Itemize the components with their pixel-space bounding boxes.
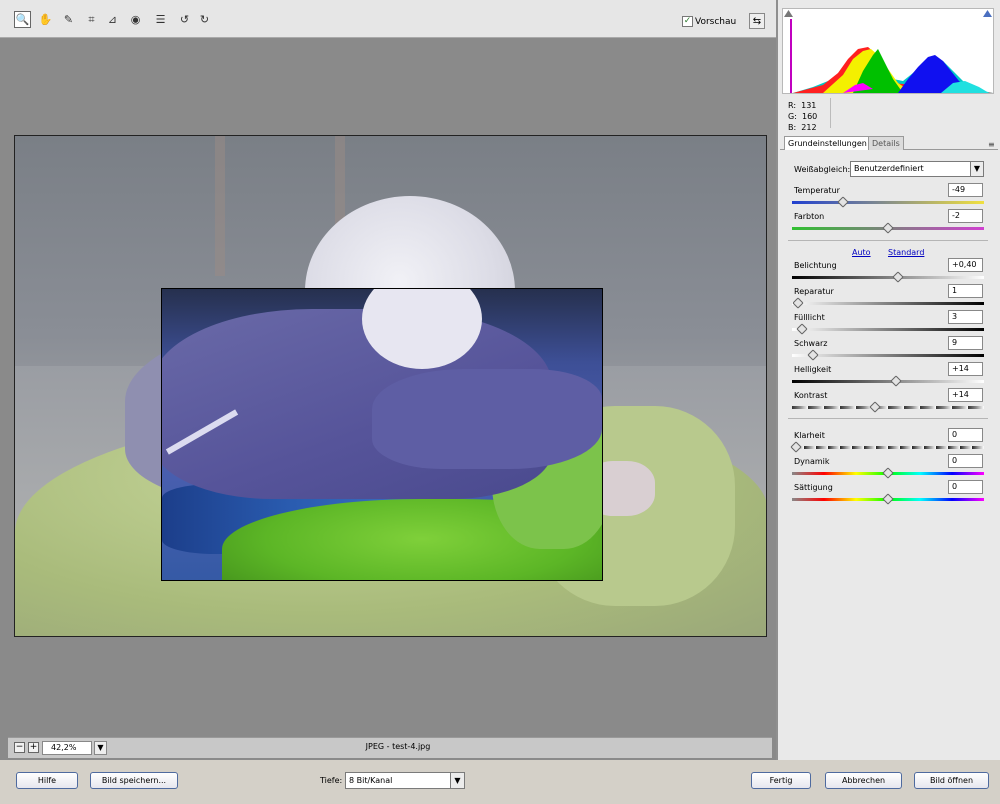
auto-link[interactable]: Auto <box>852 248 871 257</box>
r-value: 131 <box>801 101 817 110</box>
tab-details[interactable]: Details <box>868 136 904 150</box>
open-image-button[interactable]: Bild öffnen <box>914 772 989 789</box>
zoom-icon[interactable]: 🔍 <box>14 11 31 28</box>
tool-bar: 🔍 ✋ ✎ ⌗ ⊿ ◉ ☰ ↺ ↻ ✓ Vorschau ⇆ <box>0 0 776 38</box>
done-button[interactable]: Fertig <box>751 772 811 789</box>
tint-slider-thumb[interactable] <box>882 222 894 234</box>
exposure-value-field[interactable]: +0,40 <box>948 258 983 272</box>
white-balance-select[interactable]: Benutzerdefiniert ▼ <box>850 161 984 177</box>
divider <box>788 240 988 241</box>
contrast-slider-thumb[interactable] <box>869 401 881 413</box>
temperature-value-field[interactable]: -49 <box>948 183 983 197</box>
recovery-label: Reparatur <box>794 287 834 296</box>
help-button[interactable]: Hilfe <box>16 772 78 789</box>
save-image-button[interactable]: Bild speichern... <box>90 772 178 789</box>
recovery-slider[interactable] <box>792 302 984 305</box>
b-label: B: <box>788 123 797 132</box>
histogram-graph <box>790 19 993 93</box>
depth-select[interactable]: 8 Bit/Kanal ▼ <box>345 772 465 789</box>
exposure-slider-thumb[interactable] <box>891 271 904 283</box>
contrast-value-field[interactable]: +14 <box>948 388 983 402</box>
fullscreen-icon[interactable]: ⇆ <box>749 13 765 29</box>
clarity-slider-thumb[interactable] <box>790 441 802 453</box>
brightness-value-field[interactable]: +14 <box>948 362 983 376</box>
fill-value-field[interactable]: 3 <box>948 310 983 324</box>
adjustment-panel: R: 131 G: 160 B: 212 Grundeinstellungen … <box>776 0 1000 760</box>
zoom-in-button[interactable]: + <box>28 742 39 753</box>
dialog-footer: Hilfe Bild speichern... Tiefe: 8 Bit/Kan… <box>0 760 1000 804</box>
b-value: 212 <box>801 123 817 132</box>
preview-label: Vorschau <box>695 16 737 27</box>
zoom-level[interactable]: 42,2% <box>42 741 92 755</box>
zoom-out-button[interactable]: − <box>14 742 25 753</box>
vibrance-slider-thumb[interactable] <box>882 467 894 479</box>
blacks-slider-thumb[interactable] <box>807 349 819 361</box>
fill-slider[interactable] <box>792 328 984 331</box>
brightness-slider[interactable] <box>792 380 984 383</box>
white-balance-label: Weißabgleich: <box>794 165 851 174</box>
fill-slider-thumb[interactable] <box>795 323 808 335</box>
red-eye-icon[interactable]: ◉ <box>127 11 144 28</box>
rgb-readout: R: 131 G: 160 B: 212 <box>788 100 817 133</box>
g-value: 160 <box>802 112 818 121</box>
r-label: R: <box>788 101 797 110</box>
panel-tabs: Grundeinstellungen Details ≡ <box>780 136 998 150</box>
fill-label: Fülllicht <box>794 313 825 322</box>
crop-icon[interactable]: ⌗ <box>83 11 100 28</box>
exposure-label: Belichtung <box>794 261 837 270</box>
saturation-label: Sättigung <box>794 483 833 492</box>
temperature-slider-thumb[interactable] <box>837 196 849 208</box>
tint-label: Farbton <box>794 212 825 221</box>
tab-basic[interactable]: Grundeinstellungen <box>784 136 871 150</box>
crop-region[interactable] <box>161 288 603 581</box>
preferences-icon[interactable]: ☰ <box>152 11 169 28</box>
recovery-slider-thumb[interactable] <box>792 297 804 309</box>
histogram <box>782 8 994 94</box>
g-label: G: <box>788 112 797 121</box>
depth-label: Tiefe: <box>320 776 343 785</box>
clarity-slider[interactable] <box>792 446 984 449</box>
chevron-down-icon[interactable]: ▼ <box>94 741 107 755</box>
panel-menu-icon[interactable]: ≡ <box>988 140 995 149</box>
clarity-label: Klarheit <box>794 431 825 440</box>
zoom-bar: − + 42,2% ▼ JPEG - test-4.jpg <box>8 737 772 758</box>
cancel-button[interactable]: Abbrechen <box>825 772 902 789</box>
chevron-down-icon[interactable]: ▼ <box>970 162 983 176</box>
clarity-value-field[interactable]: 0 <box>948 428 983 442</box>
saturation-value-field[interactable]: 0 <box>948 480 983 494</box>
contrast-label: Kontrast <box>794 391 828 400</box>
standard-link[interactable]: Standard <box>888 248 924 257</box>
blacks-slider[interactable] <box>792 354 984 357</box>
depth-value: 8 Bit/Kanal <box>349 776 393 785</box>
rotate-left-icon[interactable]: ↺ <box>176 11 193 28</box>
preview-toggle[interactable]: ✓ Vorschau <box>682 16 736 27</box>
preview-pane: 🔍 ✋ ✎ ⌗ ⊿ ◉ ☰ ↺ ↻ ✓ Vorschau ⇆ − + 42,2% ▼ JPEG … <box>0 0 776 760</box>
blacks-value-field[interactable]: 9 <box>948 336 983 350</box>
straighten-icon[interactable]: ⊿ <box>104 11 121 28</box>
white-balance-eyedropper-icon[interactable]: ✎ <box>60 11 77 28</box>
divider <box>788 418 988 419</box>
rotate-right-icon[interactable]: ↻ <box>196 11 213 28</box>
contrast-slider[interactable] <box>792 406 984 409</box>
vibrance-label: Dynamik <box>794 457 830 466</box>
chevron-down-icon[interactable]: ▼ <box>450 773 464 788</box>
brightness-slider-thumb[interactable] <box>889 375 902 387</box>
blacks-label: Schwarz <box>794 339 828 348</box>
temperature-label: Temperatur <box>794 186 840 195</box>
saturation-slider-thumb[interactable] <box>882 493 894 505</box>
white-balance-value: Benutzerdefiniert <box>854 164 924 173</box>
vibrance-value-field[interactable]: 0 <box>948 454 983 468</box>
exposure-slider[interactable] <box>792 276 984 279</box>
divider <box>830 98 831 128</box>
preview-checkbox[interactable]: ✓ <box>682 16 693 27</box>
hand-icon[interactable]: ✋ <box>37 11 54 28</box>
recovery-value-field[interactable]: 1 <box>948 284 983 298</box>
tint-value-field[interactable]: -2 <box>948 209 983 223</box>
file-name: JPEG - test-4.jpg <box>365 742 431 751</box>
temperature-slider[interactable] <box>792 201 984 204</box>
brightness-label: Helligkeit <box>794 365 832 374</box>
